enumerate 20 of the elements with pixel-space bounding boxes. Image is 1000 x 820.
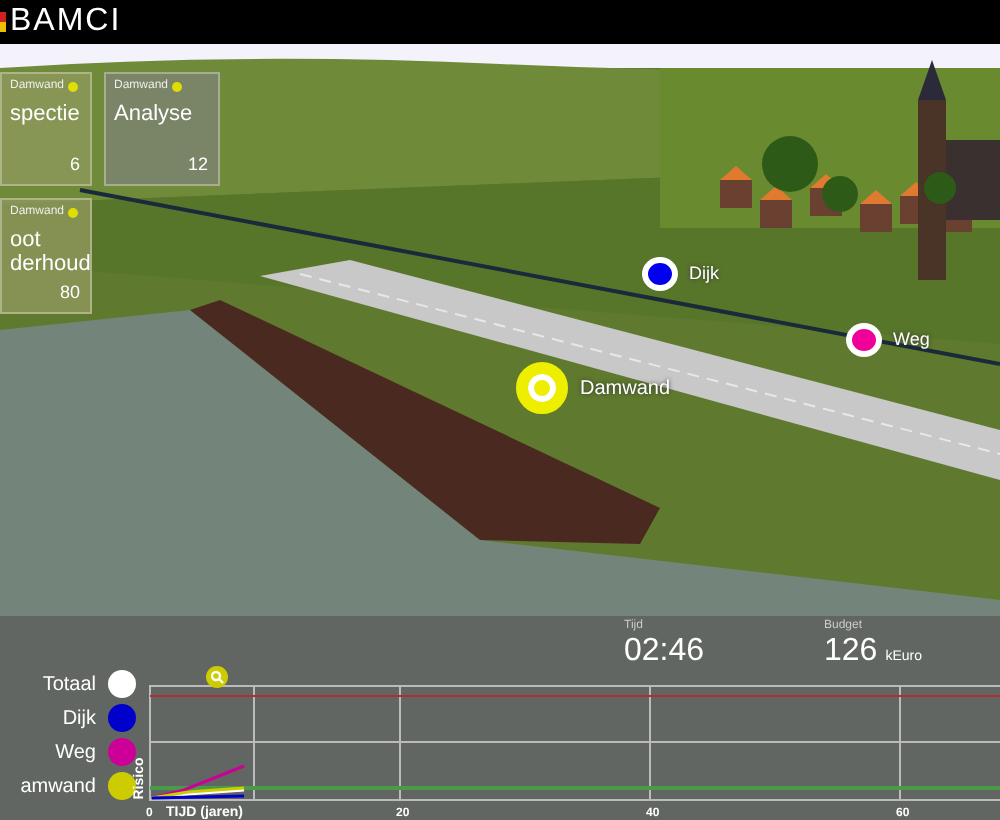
app-title: BAMCI <box>10 2 122 42</box>
marker-label: Damwand <box>580 375 671 403</box>
marker-label: Dijk <box>689 260 719 287</box>
stat-value: 126 <box>824 634 878 670</box>
legend-label: Totaal <box>42 671 96 699</box>
status-dot <box>172 82 183 92</box>
card-count: 6 <box>69 151 80 177</box>
card-count: 80 <box>59 279 80 305</box>
search-icon <box>210 670 224 684</box>
marker-label: Weg <box>893 326 930 353</box>
card-title: spectie <box>10 102 82 126</box>
card-title: Analyse <box>114 102 195 126</box>
status-dot <box>68 82 79 92</box>
legend-label: Dijk <box>62 705 96 733</box>
legend-label: Weg <box>55 739 96 767</box>
card-count: 12 <box>187 151 208 177</box>
legend-label: amwand <box>20 773 96 801</box>
stat-value: 02:46 <box>624 634 705 670</box>
status-dot <box>68 208 79 218</box>
logo-icon <box>0 12 6 32</box>
